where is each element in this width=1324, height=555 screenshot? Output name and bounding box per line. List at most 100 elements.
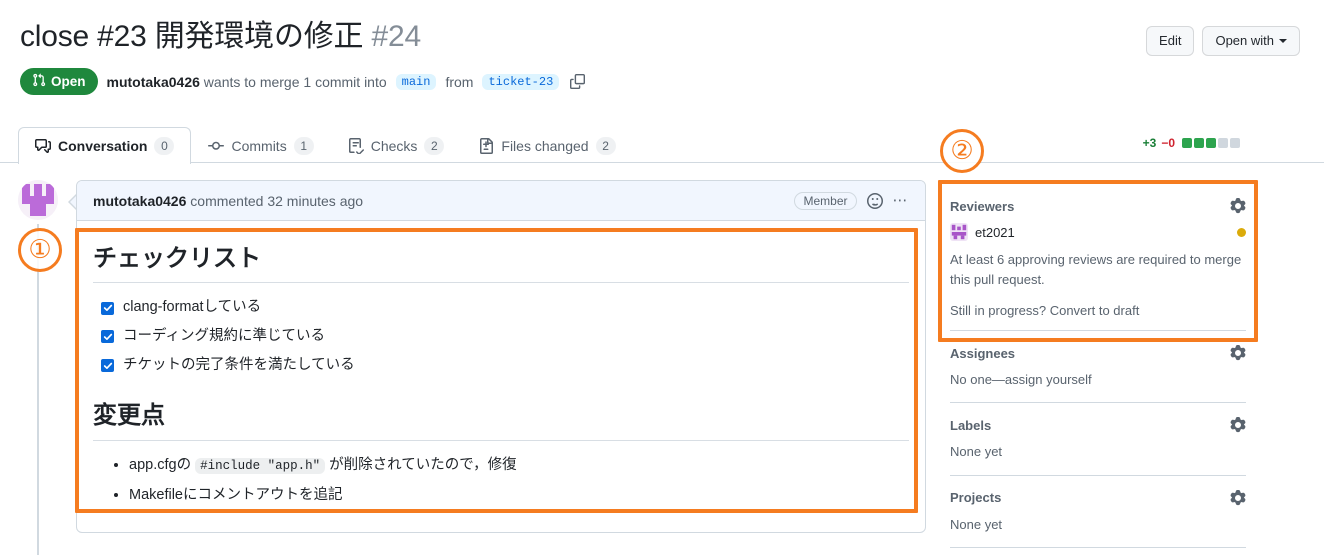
pr-header: close #23 開発環境の修正 #24 Edit Open with Ope… bbox=[0, 0, 1324, 95]
file-diff-icon bbox=[478, 138, 494, 154]
tab-checks[interactable]: Checks 2 bbox=[331, 127, 462, 164]
open-with-label: Open with bbox=[1215, 33, 1274, 48]
task-item: コーディング規約に準じている bbox=[101, 326, 909, 348]
diffstat-block-on bbox=[1182, 138, 1192, 148]
edit-button-label: Edit bbox=[1159, 33, 1182, 48]
tab-commits-label: Commits bbox=[231, 138, 287, 154]
tab-commits-count: 1 bbox=[293, 137, 314, 155]
projects-title: Projects bbox=[950, 490, 1002, 506]
gear-icon[interactable] bbox=[1230, 417, 1246, 433]
assignees-value[interactable]: No one—assign yourself bbox=[950, 370, 1246, 390]
task-item-label: コーディング規約に準じている bbox=[123, 327, 325, 344]
bullet-suffix: が削除されていたので，修復 bbox=[325, 456, 517, 473]
chevron-down-icon bbox=[1279, 39, 1287, 43]
diffstat-deletions: −0 bbox=[1161, 136, 1175, 150]
task-list: clang-formatしている コーディング規約に準じている チケットの完了条… bbox=[93, 297, 909, 376]
avatar bbox=[950, 223, 968, 241]
head-branch-chip[interactable]: ticket-23 bbox=[482, 73, 560, 90]
tab-files-changed[interactable]: Files changed 2 bbox=[461, 127, 632, 164]
task-item: clang-formatしている bbox=[101, 297, 909, 319]
pr-sidebar: Reviewers et2021 At least 6 approving re… bbox=[950, 188, 1246, 548]
open-with-button[interactable]: Open with bbox=[1202, 26, 1300, 56]
gear-icon[interactable] bbox=[1230, 345, 1246, 361]
annotation-marker-2: ② bbox=[940, 129, 984, 173]
title-row: close #23 開発環境の修正 #24 Edit Open with bbox=[0, 0, 1324, 56]
checklist-icon bbox=[348, 138, 364, 154]
task-item-label: チケットの完了条件を満たしている bbox=[123, 356, 355, 373]
tab-list: Conversation 0 Commits 1 Checks 2 Files … bbox=[0, 126, 1324, 164]
bullet-prefix: Makefileにコメントアウトを追記 bbox=[129, 486, 343, 503]
checkbox-checked-icon[interactable] bbox=[101, 330, 114, 344]
assignees-section: Assignees No one—assign yourself bbox=[950, 331, 1246, 404]
reviewers-section: Reviewers et2021 At least 6 approving re… bbox=[950, 188, 1246, 332]
tab-files-changed-count: 2 bbox=[595, 137, 616, 155]
inline-code: #include "app.h" bbox=[195, 457, 326, 474]
diffstat-additions: +3 bbox=[1142, 136, 1157, 150]
status-badge-label: Open bbox=[51, 74, 86, 89]
projects-value: None yet bbox=[950, 516, 1003, 532]
pr-title-text: close #23 開発環境の修正 bbox=[20, 20, 364, 53]
convert-to-draft-link[interactable]: Still in progress? Convert to draft bbox=[950, 303, 1246, 318]
timeline-rail bbox=[37, 224, 39, 555]
annotation-marker-1: ① bbox=[18, 228, 62, 272]
changes-list: app.cfgの #include "app.h" が削除されていたので，修復 … bbox=[93, 454, 909, 507]
assignees-header: Assignees bbox=[950, 345, 1246, 361]
labels-section: Labels None yet bbox=[950, 403, 1246, 476]
labels-value: None yet bbox=[950, 444, 1003, 460]
copy-icon[interactable] bbox=[570, 74, 586, 89]
labels-title: Labels bbox=[950, 417, 992, 433]
comment-action: commented bbox=[190, 192, 264, 209]
heading-checklist: チェックリスト bbox=[93, 243, 909, 284]
member-badge: Member bbox=[794, 191, 857, 210]
reviewers-title: Reviewers bbox=[950, 198, 1015, 214]
tab-commits[interactable]: Commits 1 bbox=[191, 127, 330, 164]
tab-files-changed-label: Files changed bbox=[501, 138, 589, 154]
git-pull-request-icon bbox=[32, 73, 46, 90]
tab-conversation-count: 0 bbox=[154, 137, 175, 155]
bullet-prefix: app.cfgの bbox=[129, 456, 196, 473]
pull-request-page: close #23 開発環境の修正 #24 Edit Open with Ope… bbox=[0, 0, 1324, 555]
git-commit-icon bbox=[208, 138, 225, 154]
tab-checks-label: Checks bbox=[370, 138, 418, 154]
checkbox-checked-icon[interactable] bbox=[101, 359, 114, 373]
comment-header-actions: Member ⋯ bbox=[794, 191, 910, 210]
base-branch-chip[interactable]: main bbox=[395, 73, 437, 90]
list-item: Makefileにコメントアウトを追記 bbox=[129, 484, 909, 507]
pr-author: mutotaka0426 bbox=[106, 73, 200, 90]
tab-conversation[interactable]: Conversation 0 bbox=[18, 127, 192, 164]
gear-icon[interactable] bbox=[1230, 198, 1246, 214]
smiley-icon[interactable] bbox=[866, 192, 883, 209]
avatar[interactable] bbox=[18, 180, 58, 220]
task-item: チケットの完了条件を満たしている bbox=[101, 355, 909, 377]
diffstat[interactable]: +3 −0 bbox=[1143, 136, 1240, 150]
comment-author[interactable]: mutotaka0426 bbox=[93, 193, 186, 209]
comment-header: mutotaka0426 commented 32 minutes ago Me… bbox=[77, 181, 925, 221]
comment-timestamp: 32 minutes ago bbox=[267, 192, 364, 209]
reviewers-header: Reviewers bbox=[950, 198, 1246, 214]
reviewer-item[interactable]: et2021 bbox=[950, 223, 1246, 241]
diffstat-block-off bbox=[1218, 138, 1228, 148]
diffstat-block-on bbox=[1194, 138, 1204, 148]
pr-tabbar: Conversation 0 Commits 1 Checks 2 Files … bbox=[0, 126, 1324, 164]
tab-conversation-label: Conversation bbox=[58, 138, 148, 154]
merge-text: wants to merge 1 commit into bbox=[203, 73, 387, 90]
comment-discussion-icon bbox=[35, 138, 51, 154]
reviewer-name: et2021 bbox=[975, 224, 1015, 240]
reviewers-requirement-text: At least 6 approving reviews are require… bbox=[950, 252, 1242, 288]
projects-header: Projects bbox=[950, 489, 1246, 506]
kebab-horizontal-icon[interactable]: ⋯ bbox=[893, 193, 910, 208]
review-pending-dot-icon bbox=[1237, 227, 1246, 237]
status-badge: Open bbox=[20, 68, 98, 95]
comment-body: チェックリスト clang-formatしている コーディング規約に準じている … bbox=[77, 221, 925, 532]
merge-summary: mutotaka0426 wants to merge 1 commit int… bbox=[107, 74, 387, 90]
diffstat-blocks bbox=[1182, 138, 1240, 148]
pr-state-row: Open mutotaka0426 wants to merge 1 commi… bbox=[0, 56, 1324, 95]
diffstat-block-on bbox=[1206, 138, 1216, 148]
page-title: close #23 開発環境の修正 #24 bbox=[20, 18, 1146, 56]
title-actions: Edit Open with bbox=[1146, 18, 1300, 56]
checkbox-checked-icon[interactable] bbox=[101, 301, 114, 315]
edit-button[interactable]: Edit bbox=[1146, 26, 1195, 56]
pr-number: #24 bbox=[371, 20, 422, 53]
assignees-title: Assignees bbox=[950, 345, 1016, 361]
gear-icon[interactable] bbox=[1230, 489, 1246, 506]
